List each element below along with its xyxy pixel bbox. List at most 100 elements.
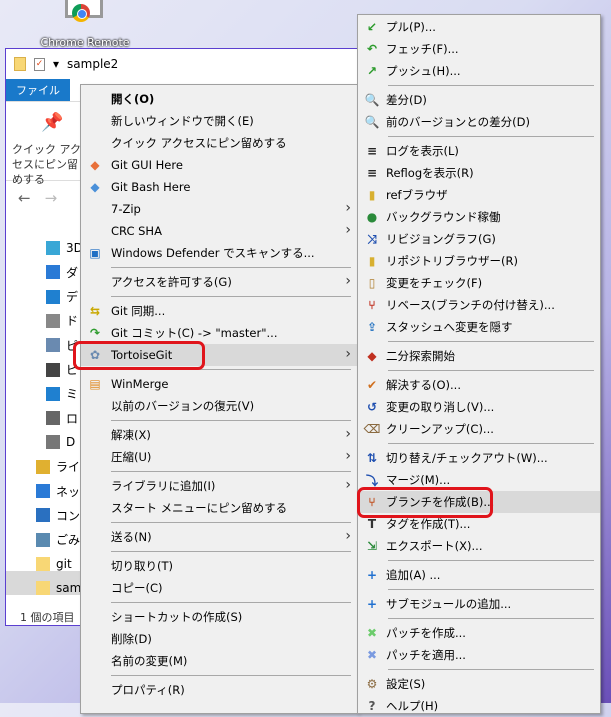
back-icon[interactable]: ← bbox=[18, 189, 31, 207]
menu-item-item-1[interactable]: 新しいウィンドウで開く(E) bbox=[81, 110, 357, 132]
menu-item-log[interactable]: ≡ ログを表示(L) bbox=[358, 140, 600, 162]
menu-item-export[interactable]: ⇲ エクスポート(X)... bbox=[358, 535, 600, 557]
nav-tree-label: D bbox=[66, 435, 76, 450]
menu-item-item-18[interactable]: 解凍(X) › bbox=[81, 424, 357, 446]
status-bar: 1 個の項目 bbox=[20, 611, 75, 624]
nav-tree-label: コン bbox=[56, 508, 81, 523]
menu-item-resolve[interactable]: ✔ 解決する(O)... bbox=[358, 374, 600, 396]
menu-item-label: CRC SHA bbox=[111, 224, 162, 238]
menu-item-git-sync[interactable]: ⇆ Git 同期... bbox=[81, 300, 357, 322]
menu-item-git-bash[interactable]: ◆ Git Bash Here bbox=[81, 176, 357, 198]
menu-item-ref-browser[interactable]: ▮ refブラウザ bbox=[358, 184, 600, 206]
menu-item-item-31[interactable]: 名前の変更(M) bbox=[81, 650, 357, 672]
menu-item-reflog[interactable]: ≡ Reflogを表示(R) bbox=[358, 162, 600, 184]
menu-item-item-21[interactable]: ライブラリに追加(I) › bbox=[81, 475, 357, 497]
chevron-right-icon: › bbox=[345, 528, 351, 544]
nav-tree-icon bbox=[46, 338, 60, 353]
menu-item-item-6[interactable]: CRC SHA › bbox=[81, 220, 357, 242]
nav-tree-label: ライ bbox=[56, 460, 81, 475]
menu-item-item-16[interactable]: 以前のバージョンの復元(V) bbox=[81, 395, 357, 417]
nav-tree-item[interactable]: ド bbox=[46, 310, 78, 332]
tab-file[interactable]: ファイル bbox=[6, 79, 70, 101]
menu-item-diff-prev[interactable]: 🔍 前のバージョンとの差分(D) bbox=[358, 111, 600, 133]
nav-tree-item[interactable]: コン bbox=[36, 504, 80, 526]
menu-item-winmerge[interactable]: ▤ WinMerge bbox=[81, 373, 357, 395]
menu-item-item-9[interactable]: アクセスを許可する(G) › bbox=[81, 271, 357, 293]
nav-tree-item[interactable]: D bbox=[46, 431, 75, 453]
menu-icon-placeholder bbox=[87, 398, 103, 414]
menu-separator bbox=[81, 293, 357, 300]
menu-item-apply-patch[interactable]: ✖ パッチを適用... bbox=[358, 644, 600, 666]
nav-tree-item[interactable]: ネッ bbox=[36, 480, 80, 502]
menu-icon-placeholder bbox=[87, 631, 103, 647]
menu-item-item-2[interactable]: クイック アクセスにピン留めする bbox=[81, 132, 357, 154]
forward-icon[interactable]: → bbox=[45, 189, 58, 207]
menu-item-pull[interactable]: ↙ プル(P)... bbox=[358, 16, 600, 38]
menu-item-item-24[interactable]: 送る(N) › bbox=[81, 526, 357, 548]
menu-item-bisect[interactable]: ◆ 二分探索開始 bbox=[358, 345, 600, 367]
nav-tree-icon bbox=[36, 508, 50, 523]
nav-tree-item[interactable]: ロ bbox=[46, 407, 78, 429]
menu-item-item-19[interactable]: 圧縮(U) › bbox=[81, 446, 357, 468]
menu-item-fetch[interactable]: ↶ フェッチ(F)... bbox=[358, 38, 600, 60]
menu-item-help[interactable]: ? ヘルプ(H) bbox=[358, 695, 600, 717]
nav-tree-item[interactable]: ミ bbox=[46, 383, 78, 405]
menu-item-item-29[interactable]: ショートカットの作成(S) bbox=[81, 606, 357, 628]
nav-tree-label: git bbox=[56, 556, 72, 571]
menu-item-label: WinMerge bbox=[111, 377, 169, 391]
customize-toolbar-icon[interactable]: ▾ bbox=[53, 57, 59, 71]
menu-item-item-0[interactable]: 開く(O) bbox=[81, 88, 357, 110]
menu-item-push[interactable]: ↗ プッシュ(H)... bbox=[358, 60, 600, 82]
menu-item-label: リベース(ブランチの付け替え)... bbox=[386, 298, 555, 312]
menu-item-label: 追加(A) ... bbox=[386, 568, 441, 582]
menu-item-windows-defender[interactable]: ▣ Windows Defender でスキャンする... bbox=[81, 242, 357, 264]
nav-tree-icon bbox=[46, 289, 60, 304]
menu-item-item-33[interactable]: プロパティ(R) bbox=[81, 679, 357, 701]
menu-item-item-27[interactable]: コピー(C) bbox=[81, 577, 357, 599]
menu-item-label: 切り替え/チェックアウト(W)... bbox=[386, 451, 548, 465]
nav-tree-item[interactable]: ごみ bbox=[36, 529, 80, 551]
menu-item-item-22[interactable]: スタート メニューにピン留めする bbox=[81, 497, 357, 519]
menu-separator bbox=[358, 338, 600, 345]
menu-item-label: 7-Zip bbox=[111, 202, 141, 216]
menu-item-label: パッチを適用... bbox=[386, 648, 466, 662]
menu-separator bbox=[81, 548, 357, 555]
menu-item-item-30[interactable]: 削除(D) bbox=[81, 628, 357, 650]
nav-tree-item[interactable]: git bbox=[36, 553, 72, 575]
nav-tree-item[interactable]: デ bbox=[46, 286, 78, 308]
menu-item-item-26[interactable]: 切り取り(T) bbox=[81, 555, 357, 577]
menu-item-background[interactable]: ● バックグラウンド稼働 bbox=[358, 206, 600, 228]
menu-item-stash[interactable]: ⇪ スタッシュへ変更を隠す bbox=[358, 316, 600, 338]
menu-item-revision-graph[interactable]: ⤨ リビジョングラフ(G) bbox=[358, 228, 600, 250]
menu-item-repo-browser[interactable]: ▮ リポジトリブラウザー(R) bbox=[358, 250, 600, 272]
menu-item-settings[interactable]: ⚙ 設定(S) bbox=[358, 673, 600, 695]
menu-item-revert[interactable]: ↺ 変更の取り消し(V)... bbox=[358, 396, 600, 418]
merge-icon: ⤵ bbox=[365, 473, 378, 488]
menu-item-label: 開く(O) bbox=[111, 92, 155, 106]
tortoisegit-submenu: ↙ プル(P)... ↶ フェッチ(F)... ↗ プッシュ(H)... 🔍 差分(D) 🔍 前の… bbox=[357, 14, 601, 714]
properties-icon[interactable]: ✓ bbox=[34, 57, 45, 71]
menu-item-git-gui[interactable]: ◆ Git GUI Here bbox=[81, 154, 357, 176]
menu-item-switch[interactable]: ⇅ 切り替え/チェックアウト(W)... bbox=[358, 447, 600, 469]
menu-item-item-5[interactable]: 7-Zip › bbox=[81, 198, 357, 220]
menu-item-rebase[interactable]: ⑂ リベース(ブランチの付け替え)... bbox=[358, 294, 600, 316]
menu-item-cleanup[interactable]: ⌫ クリーンアップ(C)... bbox=[358, 418, 600, 440]
nav-tree-item[interactable]: 3D bbox=[46, 237, 83, 259]
pin-quick-access-button[interactable]: クイック アクセスにピン留めする bbox=[12, 142, 82, 187]
desktop-icon-chrome-remote[interactable]: Chrome Remote bbox=[40, 0, 130, 49]
menu-item-create-patch[interactable]: ✖ パッチを作成... bbox=[358, 622, 600, 644]
nav-tree-icon bbox=[46, 241, 60, 255]
nav-tree-item[interactable]: sam bbox=[36, 577, 81, 599]
nav-tree-item[interactable]: ライ bbox=[36, 456, 80, 478]
diff-prev-icon: 🔍 bbox=[364, 115, 380, 129]
menu-item-add-submodule[interactable]: + サブモジュールの追加... bbox=[358, 593, 600, 615]
menu-icon-placeholder bbox=[87, 609, 103, 625]
menu-item-add[interactable]: + 追加(A) ... bbox=[358, 564, 600, 586]
menu-separator bbox=[358, 666, 600, 673]
nav-tree-icon bbox=[46, 265, 60, 280]
menu-item-diff[interactable]: 🔍 差分(D) bbox=[358, 89, 600, 111]
menu-item-check-modifications[interactable]: ▯ 変更をチェック(F) bbox=[358, 272, 600, 294]
git-gui-icon: ◆ bbox=[90, 158, 100, 172]
menu-item-label: Git コミット(C) -> "master"... bbox=[111, 326, 278, 340]
nav-tree-item[interactable]: ダ bbox=[46, 261, 78, 283]
